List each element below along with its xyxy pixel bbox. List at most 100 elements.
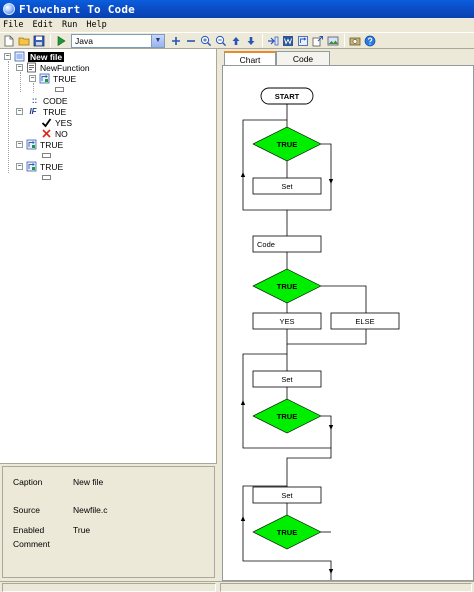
loop-icon	[26, 139, 37, 150]
run-icon[interactable]	[54, 34, 68, 48]
collapse-icon[interactable]: −	[4, 53, 11, 60]
tree-item-loop-2[interactable]: − TRUE	[16, 139, 63, 150]
cross-icon	[41, 128, 52, 139]
app-icon	[3, 3, 15, 15]
prop-key-enabled: Enabled	[13, 525, 45, 535]
decision-label: TRUE	[277, 412, 297, 421]
collapse-icon[interactable]: −	[29, 75, 36, 82]
toolbar-separator	[50, 34, 51, 47]
flowchart-canvas: START TRUE Set Code TRUE YES ELSE Set TR…	[222, 65, 474, 581]
tree-yes-label: YES	[55, 117, 73, 128]
language-value: Java	[75, 35, 93, 46]
menu-help[interactable]: Help	[86, 20, 106, 30]
save-icon[interactable]	[32, 34, 46, 48]
menu-run[interactable]: Run	[62, 20, 77, 30]
menu-bar: File Edit Run Help	[0, 18, 474, 32]
title-bar: Flowchart To Code	[0, 0, 474, 18]
empty-block-icon	[55, 87, 64, 92]
move-down-icon[interactable]	[244, 34, 258, 48]
check-icon	[41, 117, 52, 128]
collapse-icon[interactable]: −	[16, 141, 23, 148]
move-up-icon[interactable]	[229, 34, 243, 48]
help-icon[interactable]	[363, 34, 377, 48]
language-select[interactable]: Java ▼	[71, 33, 165, 48]
word-export-icon[interactable]	[281, 34, 295, 48]
loop-icon	[26, 161, 37, 172]
empty-block-icon	[42, 153, 51, 158]
tree-item-root[interactable]: − New file	[4, 51, 65, 62]
tab-code[interactable]: Code	[276, 51, 330, 65]
toolbar: Java ▼	[0, 32, 474, 49]
tree-loop-3-label: TRUE	[40, 161, 64, 172]
export-icon[interactable]	[311, 34, 325, 48]
status-cell-right	[220, 583, 472, 592]
tree-loop-2-label: TRUE	[40, 139, 64, 150]
expand-plus-icon[interactable]	[169, 34, 183, 48]
prop-key-source: Source	[13, 505, 40, 515]
status-bar	[0, 581, 474, 592]
prop-value-caption[interactable]: New file	[73, 477, 103, 487]
else-label: ELSE	[355, 317, 374, 326]
insert-loop-icon[interactable]	[296, 34, 310, 48]
code-icon: ::	[31, 96, 38, 105]
tree-panel: − New file − NewFunction − TRUE :: CODE …	[0, 49, 217, 463]
collapse-icon[interactable]: −	[16, 64, 23, 71]
set-label: Set	[281, 182, 293, 191]
prop-key-caption: Caption	[13, 477, 43, 487]
tree-root-label: New file	[28, 51, 65, 62]
zoom-in-icon[interactable]	[199, 34, 213, 48]
menu-edit[interactable]: Edit	[32, 20, 52, 30]
tree-item-loop-1[interactable]: − TRUE	[29, 73, 76, 84]
zoom-out-icon[interactable]	[214, 34, 228, 48]
settings-icon[interactable]	[348, 34, 362, 48]
new-file-icon[interactable]	[2, 34, 16, 48]
menu-file[interactable]: File	[3, 20, 23, 30]
tree-item-yes[interactable]: YES	[41, 117, 72, 128]
status-cell-left	[2, 583, 216, 592]
tree-loop-1-label: TRUE	[53, 73, 77, 84]
tree-item-function[interactable]: − NewFunction	[16, 62, 90, 73]
set-label: Set	[281, 491, 293, 500]
tree-item-no[interactable]: NO	[41, 128, 68, 139]
tree-function-label: NewFunction	[40, 62, 90, 73]
chart-panel: Chart Code START TRUE Set Code TRUE YES …	[222, 49, 474, 581]
properties-panel: Caption New file Source Newfile.c Enable…	[0, 463, 217, 581]
insert-code-icon[interactable]	[266, 34, 280, 48]
function-icon	[26, 62, 37, 73]
tree-item-code[interactable]: :: CODE	[29, 95, 68, 106]
prop-value-source[interactable]: Newfile.c	[73, 505, 107, 515]
if-icon: IF	[29, 107, 37, 116]
chevron-down-icon[interactable]: ▼	[151, 34, 164, 47]
tree-item-leaf[interactable]	[42, 172, 51, 183]
toolbar-separator	[344, 34, 345, 47]
flowchart-svg: START TRUE Set Code TRUE YES ELSE Set TR…	[240, 87, 400, 580]
collapse-minus-icon[interactable]	[184, 34, 198, 48]
tree-item-loop-3[interactable]: − TRUE	[16, 161, 63, 172]
set-label: Set	[281, 375, 293, 384]
open-folder-icon[interactable]	[17, 34, 31, 48]
tree-item-leaf[interactable]	[55, 84, 64, 95]
prop-key-comment: Comment	[13, 539, 50, 549]
properties-grid: Caption New file Source Newfile.c Enable…	[2, 466, 215, 578]
empty-block-icon	[42, 175, 51, 180]
tree-code-label: CODE	[43, 95, 68, 106]
image-icon[interactable]	[326, 34, 340, 48]
tree-item-leaf[interactable]	[42, 150, 51, 161]
file-icon	[14, 51, 25, 62]
tree-item-if[interactable]: − IF TRUE	[16, 106, 66, 117]
decision-label: TRUE	[277, 140, 297, 149]
decision-label: TRUE	[277, 282, 297, 291]
tab-chart[interactable]: Chart	[224, 51, 276, 66]
prop-value-enabled[interactable]: True	[73, 525, 90, 535]
toolbar-separator	[262, 34, 263, 47]
loop-icon	[39, 73, 50, 84]
yes-label: YES	[279, 317, 294, 326]
tree-no-label: NO	[55, 128, 68, 139]
collapse-icon[interactable]: −	[16, 108, 23, 115]
start-label: START	[275, 92, 300, 101]
decision-label: TRUE	[277, 528, 297, 537]
collapse-icon[interactable]: −	[16, 163, 23, 170]
code-label: Code	[257, 240, 275, 249]
window-title: Flowchart To Code	[19, 2, 135, 16]
tree-if-label: TRUE	[43, 106, 67, 117]
